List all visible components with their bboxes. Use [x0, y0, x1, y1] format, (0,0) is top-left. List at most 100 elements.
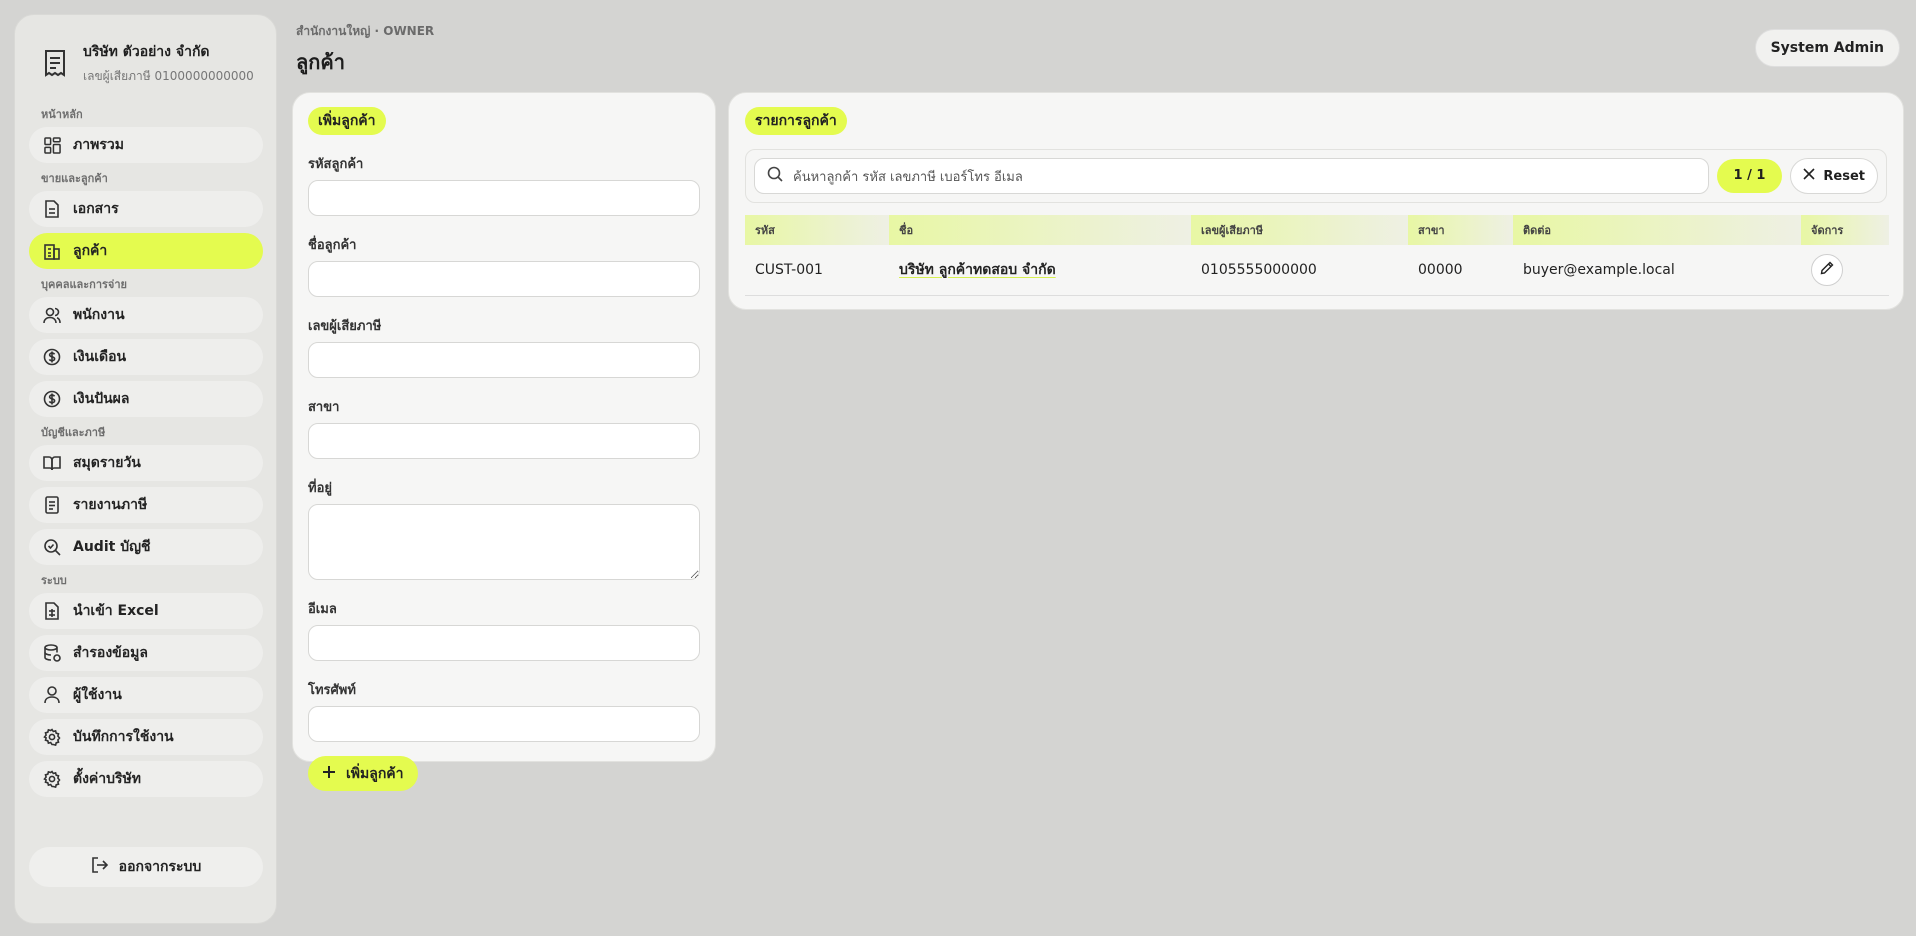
table-row: CUST-001 บริษัท ลูกค้าทดสอบ จำกัด 010555… [745, 245, 1889, 296]
grid-icon [43, 136, 61, 154]
phone-input[interactable] [308, 706, 700, 742]
section-label-home: หน้าหลัก [41, 108, 83, 121]
field-label-branch: สาขา [308, 400, 340, 415]
sidebar-item-customers[interactable]: ลูกค้า [29, 233, 263, 269]
customer-table: รหัส ชื่อ เลขผู้เสียภาษี สาขา ติดต่อ จัด… [745, 215, 1889, 296]
branch-input[interactable] [308, 423, 700, 459]
reset-label: Reset [1823, 168, 1865, 184]
sidebar-item-activity-log[interactable]: บันทึกการใช้งาน [29, 719, 263, 755]
sidebar-item-documents[interactable]: เอกสาร [29, 191, 263, 227]
breadcrumb: สำนักงานใหญ่ · OWNER [296, 24, 435, 38]
users-icon [43, 306, 61, 324]
cell-name-link[interactable]: บริษัท ลูกค้าทดสอบ จำกัด [889, 245, 1191, 296]
user-menu-button[interactable]: System Admin [1754, 29, 1900, 67]
user-icon [43, 686, 61, 704]
company-name: บริษัท ตัวอย่าง จำกัด [83, 43, 210, 60]
logout-label: ออกจากระบบ [118, 859, 202, 875]
audit-icon [43, 538, 61, 556]
sidebar-item-label: ลูกค้า [73, 243, 108, 259]
add-customer-button[interactable]: เพิ่มลูกค้า [308, 756, 418, 791]
search-input[interactable]: ค้นหาลูกค้า รหัส เลขภาษี เบอร์โทร อีเมล [754, 158, 1709, 194]
tax-id-input[interactable] [308, 342, 700, 378]
sidebar-item-overview[interactable]: ภาพรวม [29, 127, 263, 163]
column-header-actions: จัดการ [1801, 215, 1889, 245]
sidebar-item-label: ตั้งค่าบริษัท [73, 771, 142, 787]
add-customer-card: เพิ่มลูกค้า รหัสลูกค้า ชื่อลูกค้า เลขผู้… [292, 92, 716, 791]
sidebar-item-tax-report[interactable]: รายงานภาษี [29, 487, 263, 523]
field-label-code: รหัสลูกค้า [308, 157, 364, 172]
sidebar-item-backup[interactable]: สำรองข้อมูล [29, 635, 263, 671]
address-textarea[interactable] [308, 504, 700, 580]
sidebar-item-employees[interactable]: พนักงาน [29, 297, 263, 333]
book-icon [43, 454, 61, 472]
document-icon [43, 200, 61, 218]
reset-button[interactable]: Reset [1790, 158, 1878, 194]
cell-actions [1801, 245, 1889, 296]
customer-code-input[interactable] [308, 180, 700, 216]
column-header-tax-id: เลขผู้เสียภาษี [1191, 215, 1408, 245]
plus-icon [322, 765, 336, 783]
field-label-email: อีเมล [308, 602, 337, 617]
column-header-branch: สาขา [1408, 215, 1513, 245]
list-title: รายการลูกค้า [745, 107, 847, 135]
column-header-name: ชื่อ [889, 215, 1191, 245]
company-brand: บริษัท ตัวอย่าง จำกัด เลขผู้เสียภาษี 010… [29, 43, 262, 83]
logout-button[interactable]: ออกจากระบบ [29, 847, 263, 887]
pencil-icon [1820, 261, 1834, 279]
spreadsheet-icon [43, 602, 61, 620]
close-icon [1803, 168, 1815, 184]
sidebar-item-users[interactable]: ผู้ใช้งาน [29, 677, 263, 713]
sidebar-item-label: ผู้ใช้งาน [73, 687, 122, 703]
result-count-badge: 1 / 1 [1716, 159, 1783, 193]
logout-icon [91, 857, 109, 877]
form-title: เพิ่มลูกค้า [308, 107, 386, 135]
section-label-sales: ขายและลูกค้า [41, 172, 108, 185]
list-toolbar: ค้นหาลูกค้า รหัส เลขภาษี เบอร์โทร อีเมล … [745, 149, 1887, 203]
section-label-accounting: บัญชีและภาษี [41, 426, 106, 439]
sidebar-item-label: สมุดรายวัน [73, 455, 141, 471]
email-input[interactable] [308, 625, 700, 661]
dollar-icon [43, 390, 61, 408]
sidebar-item-label: เงินเดือน [73, 349, 127, 365]
gear-icon [43, 728, 61, 746]
cell-tax-id: 0105555000000 [1191, 245, 1408, 296]
cell-contact: buyer@example.local [1513, 245, 1801, 296]
sidebar-item-label: ภาพรวม [73, 137, 124, 153]
section-label-people: บุคคลและการจ่าย [41, 278, 127, 291]
column-header-code: รหัส [745, 215, 889, 245]
sidebar-item-import-excel[interactable]: นำเข้า Excel [29, 593, 263, 629]
sidebar-item-dividends[interactable]: เงินปันผล [29, 381, 263, 417]
sidebar: บริษัท ตัวอย่าง จำกัด เลขผู้เสียภาษี 010… [14, 14, 277, 924]
database-icon [43, 644, 61, 662]
column-header-contact: ติดต่อ [1513, 215, 1801, 245]
sidebar-item-journal[interactable]: สมุดรายวัน [29, 445, 263, 481]
table-header-row: รหัส ชื่อ เลขผู้เสียภาษี สาขา ติดต่อ จัด… [745, 215, 1889, 245]
sidebar-item-label: สำรองข้อมูล [73, 645, 148, 661]
company-tax-id: เลขผู้เสียภาษี 0100000000000 [83, 68, 254, 83]
customer-name-input[interactable] [308, 261, 700, 297]
sidebar-item-label: เงินปันผล [73, 391, 130, 407]
section-label-system: ระบบ [41, 574, 67, 587]
sidebar-item-company-settings[interactable]: ตั้งค่าบริษัท [29, 761, 263, 797]
sidebar-item-label: Audit บัญชี [73, 539, 151, 555]
search-placeholder: ค้นหาลูกค้า รหัส เลขภาษี เบอร์โทร อีเมล [793, 169, 1023, 185]
building-icon [43, 242, 61, 260]
sidebar-item-label: นำเข้า Excel [73, 603, 159, 619]
page-title: ลูกค้า [296, 50, 345, 74]
gear-icon [43, 770, 61, 788]
field-label-name: ชื่อลูกค้า [308, 238, 357, 253]
field-label-tax-id: เลขผู้เสียภาษี [308, 319, 382, 334]
field-label-address: ที่อยู่ [308, 481, 332, 496]
sidebar-item-payroll[interactable]: เงินเดือน [29, 339, 263, 375]
edit-button[interactable] [1811, 253, 1843, 286]
sidebar-item-label: บันทึกการใช้งาน [73, 729, 174, 745]
cell-code: CUST-001 [745, 245, 889, 296]
customer-list-card: รายการลูกค้า ค้นหาลูกค้า รหัส เลขภาษี เบ… [728, 92, 1904, 310]
cell-branch: 00000 [1408, 245, 1513, 296]
sidebar-item-label: เอกสาร [73, 201, 119, 217]
dollar-icon [43, 348, 61, 366]
field-label-phone: โทรศัพท์ [308, 683, 356, 698]
sidebar-item-label: รายงานภาษี [73, 497, 148, 513]
sidebar-item-audit[interactable]: Audit บัญชี [29, 529, 263, 565]
sidebar-item-label: พนักงาน [73, 307, 125, 323]
